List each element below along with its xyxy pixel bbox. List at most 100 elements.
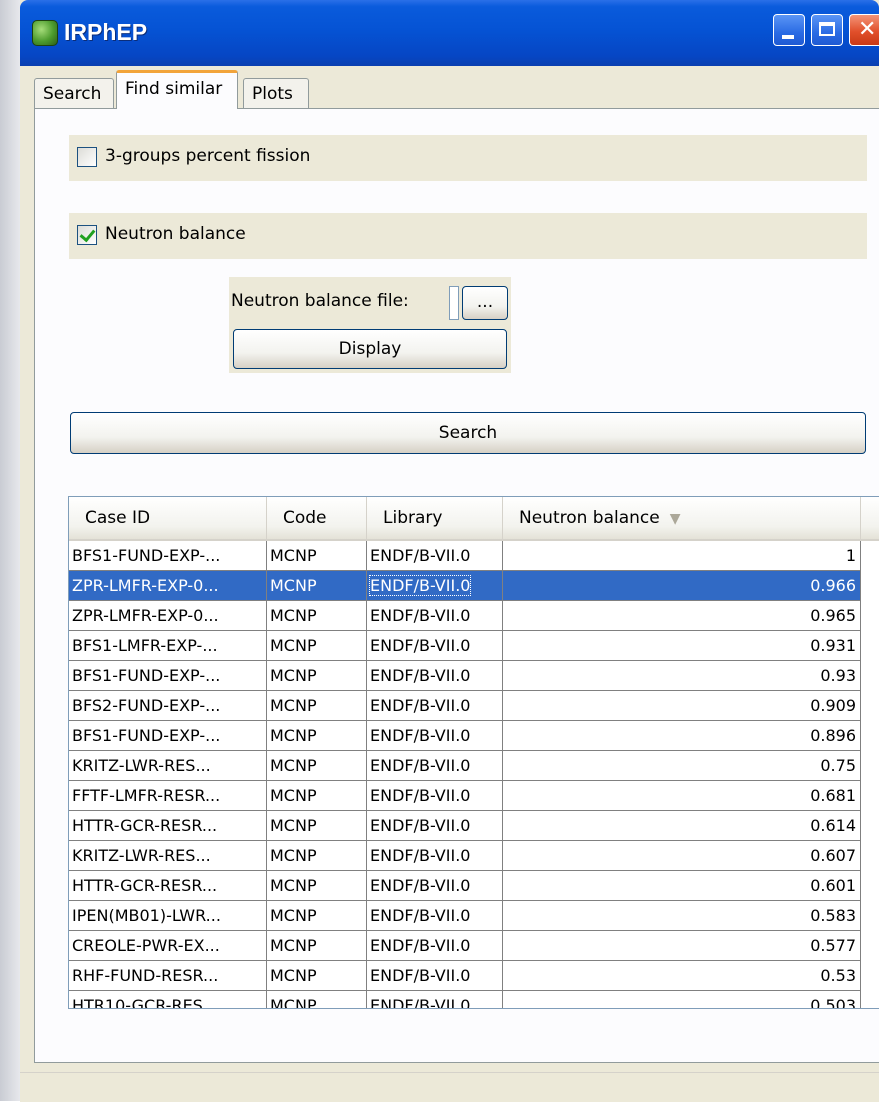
case-id-cell: KRITZ-LWR-RES... — [69, 751, 267, 781]
neutron-balance-cell: 0.577 — [503, 931, 861, 961]
table-header: Case ID Code Library Neutron balance ▼ — [69, 497, 879, 541]
case-id-cell: CREOLE-PWR-EX... — [69, 931, 267, 961]
code-cell: MCNP — [267, 631, 367, 661]
code-cell: MCNP — [267, 751, 367, 781]
neutron-balance-cell: 0.53 — [503, 961, 861, 991]
library-cell: ENDF/B-VII.0 — [367, 901, 503, 931]
table-row[interactable]: KRITZ-LWR-RES... MCNP ENDF/B-VII.0 0.75 — [69, 751, 879, 781]
code-cell: MCNP — [267, 931, 367, 961]
app-window: IRPhEP ✕ Search Find similar Plots 3-gro… — [20, 0, 879, 1102]
tab-find-similar[interactable]: Find similar — [116, 70, 238, 109]
percent-fission-checkbox[interactable] — [77, 147, 97, 167]
case-id-cell: BFS1-LMFR-EXP-... — [69, 631, 267, 661]
library-cell: ENDF/B-VII.0 — [367, 631, 503, 661]
neutron-balance-cell: 0.931 — [503, 631, 861, 661]
case-id-cell: BFS1-FUND-EXP-... — [69, 721, 267, 751]
table-row[interactable]: ZPR-LMFR-EXP-0... MCNP ENDF/B-VII.0 0.966 — [69, 571, 879, 601]
table-row[interactable]: RHF-FUND-RESR... MCNP ENDF/B-VII.0 0.53 — [69, 961, 879, 991]
neutron-balance-cell: 0.966 — [503, 571, 861, 601]
library-cell: ENDF/B-VII.0 — [367, 991, 503, 1008]
table-row[interactable]: BFS2-FUND-EXP-... MCNP ENDF/B-VII.0 0.909 — [69, 691, 879, 721]
library-cell: ENDF/B-VII.0 — [367, 961, 503, 991]
close-button[interactable]: ✕ — [849, 14, 879, 46]
neutron-balance-label: Neutron balance — [105, 224, 246, 244]
table-row[interactable]: HTR10-GCR-RES... MCNP ENDF/B-VII.0 0.503 — [69, 991, 879, 1008]
code-cell: MCNP — [267, 781, 367, 811]
column-header-code[interactable]: Code — [267, 497, 367, 539]
code-cell: MCNP — [267, 961, 367, 991]
code-cell: MCNP — [267, 661, 367, 691]
case-id-cell: FFTF-LMFR-RESR... — [69, 781, 267, 811]
maximize-icon — [819, 22, 835, 36]
case-id-cell: KRITZ-LWR-RES... — [69, 841, 267, 871]
column-header-library[interactable]: Library — [367, 497, 503, 539]
neutron-balance-cell: 0.583 — [503, 901, 861, 931]
table-row[interactable]: CREOLE-PWR-EX... MCNP ENDF/B-VII.0 0.577 — [69, 931, 879, 961]
case-id-cell: BFS1-FUND-EXP-... — [69, 661, 267, 691]
case-id-cell: BFS2-FUND-EXP-... — [69, 691, 267, 721]
results-table: Case ID Code Library Neutron balance ▼ BF… — [68, 496, 879, 1009]
minimize-button[interactable] — [773, 14, 805, 46]
window-title: IRPhEP — [64, 19, 148, 45]
browse-file-button[interactable]: ... — [462, 286, 508, 320]
maximize-button[interactable] — [811, 14, 843, 46]
neutron-balance-cell: 0.681 — [503, 781, 861, 811]
table-row[interactable]: FFTF-LMFR-RESR... MCNP ENDF/B-VII.0 0.681 — [69, 781, 879, 811]
title-bar[interactable]: IRPhEP ✕ — [20, 0, 879, 66]
code-cell: MCNP — [267, 691, 367, 721]
neutron-balance-cell: 1 — [503, 541, 861, 571]
minimize-icon — [782, 35, 794, 39]
library-cell: ENDF/B-VII.0 — [367, 571, 503, 601]
library-cell: ENDF/B-VII.0 — [367, 841, 503, 871]
neutron-balance-cell: 0.503 — [503, 991, 861, 1008]
neutron-balance-cell: 0.607 — [503, 841, 861, 871]
sort-descending-icon: ▼ — [669, 511, 681, 527]
library-cell: ENDF/B-VII.0 — [367, 931, 503, 961]
tab-plots[interactable]: Plots — [243, 78, 309, 108]
code-cell: MCNP — [267, 991, 367, 1008]
library-cell: ENDF/B-VII.0 — [367, 751, 503, 781]
green-cube-icon — [32, 20, 58, 46]
table-row[interactable]: KRITZ-LWR-RES... MCNP ENDF/B-VII.0 0.607 — [69, 841, 879, 871]
tab-search[interactable]: Search — [34, 78, 114, 108]
case-id-cell: HTTR-GCR-RESR... — [69, 871, 267, 901]
table-row[interactable]: ZPR-LMFR-EXP-0... MCNP ENDF/B-VII.0 0.965 — [69, 601, 879, 631]
neutron-balance-checkbox[interactable] — [77, 225, 97, 245]
code-cell: MCNP — [267, 811, 367, 841]
neutron-balance-cell: 0.614 — [503, 811, 861, 841]
library-cell: ENDF/B-VII.0 — [367, 661, 503, 691]
case-id-cell: HTTR-GCR-RESR... — [69, 811, 267, 841]
percent-fission-label: 3-groups percent fission — [105, 146, 311, 166]
column-header-case-id[interactable]: Case ID — [69, 497, 267, 539]
code-cell: MCNP — [267, 841, 367, 871]
table-row[interactable]: BFS1-FUND-EXP-... MCNP ENDF/B-VII.0 0.896 — [69, 721, 879, 751]
code-cell: MCNP — [267, 541, 367, 571]
neutron-balance-file-input[interactable] — [449, 286, 459, 320]
table-row[interactable]: BFS1-FUND-EXP-... MCNP ENDF/B-VII.0 0.93 — [69, 661, 879, 691]
neutron-balance-cell: 0.75 — [503, 751, 861, 781]
code-cell: MCNP — [267, 571, 367, 601]
table-row[interactable]: BFS1-LMFR-EXP-... MCNP ENDF/B-VII.0 0.931 — [69, 631, 879, 661]
case-id-cell: IPEN(MB01)-LWR... — [69, 901, 267, 931]
neutron-balance-cell: 0.965 — [503, 601, 861, 631]
table-row[interactable]: IPEN(MB01)-LWR... MCNP ENDF/B-VII.0 0.583 — [69, 901, 879, 931]
search-button[interactable]: Search — [70, 412, 866, 454]
library-cell: ENDF/B-VII.0 — [367, 871, 503, 901]
display-button[interactable]: Display — [233, 329, 507, 369]
close-icon: ✕ — [858, 17, 877, 42]
case-id-cell: RHF-FUND-RESR... — [69, 961, 267, 991]
library-cell: ENDF/B-VII.0 — [367, 781, 503, 811]
code-cell: MCNP — [267, 601, 367, 631]
table-row[interactable]: HTTR-GCR-RESR... MCNP ENDF/B-VII.0 0.614 — [69, 811, 879, 841]
column-header-neutron-balance[interactable]: Neutron balance ▼ — [503, 497, 861, 539]
desktop-background — [0, 0, 20, 1101]
neutron-balance-file-label: Neutron balance file: — [231, 291, 409, 311]
table-row[interactable]: HTTR-GCR-RESR... MCNP ENDF/B-VII.0 0.601 — [69, 871, 879, 901]
case-id-cell: ZPR-LMFR-EXP-0... — [69, 571, 267, 601]
library-cell: ENDF/B-VII.0 — [367, 601, 503, 631]
case-id-cell: BFS1-FUND-EXP-... — [69, 541, 267, 571]
table-row[interactable]: BFS1-FUND-EXP-... MCNP ENDF/B-VII.0 1 — [69, 541, 879, 571]
case-id-cell: ZPR-LMFR-EXP-0... — [69, 601, 267, 631]
code-cell: MCNP — [267, 901, 367, 931]
code-cell: MCNP — [267, 721, 367, 751]
